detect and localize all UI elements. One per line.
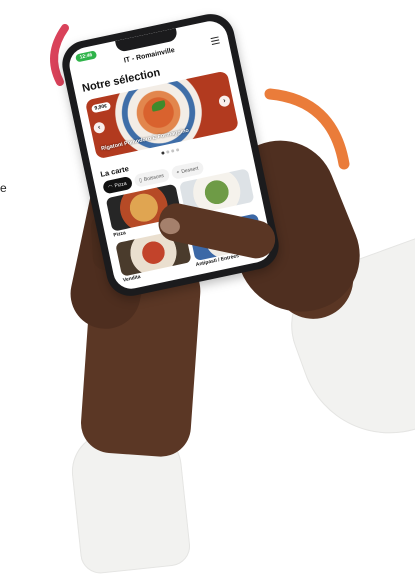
tab-label: Pizza (113, 180, 128, 189)
basil-leaf-garnish (150, 99, 167, 112)
chevron-left-icon[interactable]: ‹ (92, 121, 106, 135)
chevron-right-icon[interactable]: › (217, 94, 231, 108)
carousel-dot[interactable] (170, 149, 174, 153)
tab-label: Dessert (180, 165, 199, 175)
tab-label: Boissons (143, 172, 165, 183)
carousel-dot[interactable] (175, 148, 179, 152)
hamburger-menu-icon[interactable] (210, 36, 220, 45)
carousel-dot[interactable] (165, 150, 170, 154)
pizza-icon: ◠ (107, 183, 114, 191)
tab-pizza[interactable]: ◠ Pizza (102, 175, 133, 195)
dessert-icon: ◓ (175, 169, 181, 176)
price-badge: 9,90€ (90, 101, 111, 114)
bottle-icon: ▯ (138, 177, 143, 184)
page-edge-text: e (0, 181, 7, 195)
carousel-dot[interactable] (160, 151, 165, 155)
tab-dessert[interactable]: ◓ Dessert (170, 160, 205, 181)
